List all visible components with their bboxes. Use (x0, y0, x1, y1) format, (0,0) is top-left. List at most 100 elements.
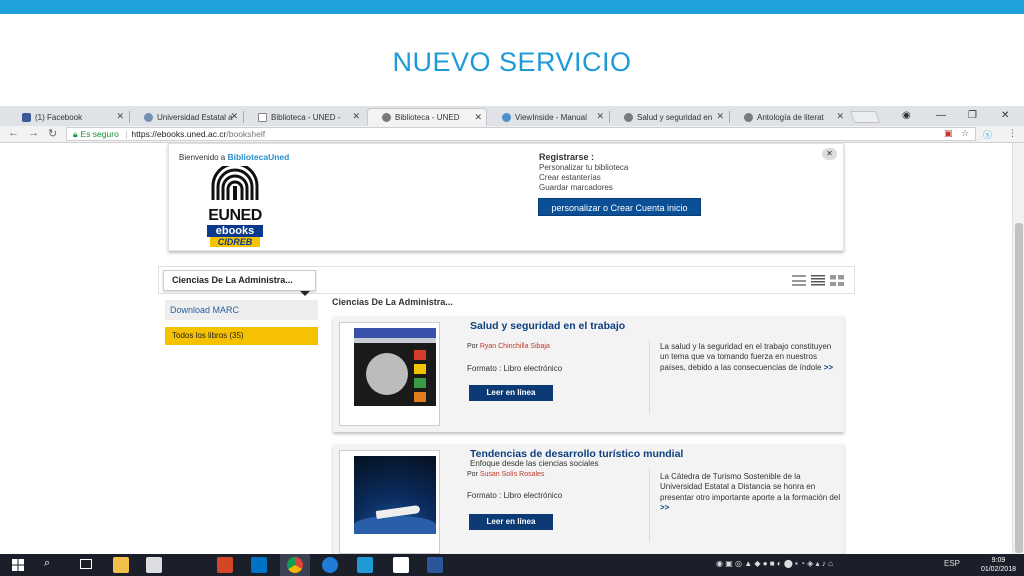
logo-cidreb-text: CIDREB (210, 237, 260, 247)
close-tab-icon[interactable]: ✕ (116, 111, 124, 122)
book-cover-frame[interactable] (339, 322, 440, 426)
divider (649, 340, 650, 414)
clock[interactable]: 9:09 01/02/2018 (981, 556, 1016, 574)
windows-start-icon[interactable] (12, 559, 24, 571)
tab-label: Salud y seguridad en (637, 112, 713, 122)
register-item: Personalizar tu biblioteca (539, 163, 629, 172)
language-indicator[interactable]: ESP (944, 559, 960, 568)
minimize-icon[interactable]: — (936, 110, 946, 121)
section-title: Ciencias De La Administra... (332, 297, 453, 307)
close-tab-icon[interactable]: ✕ (716, 111, 724, 122)
create-account-button[interactable]: personalizar o Crear Cuenta inicio (538, 198, 701, 216)
skype-taskbar-icon[interactable] (357, 557, 373, 573)
extension-icon[interactable]: ▣ (944, 128, 953, 139)
facebook-icon (22, 112, 31, 122)
category-bar: Ciencias De La Administra... (158, 266, 855, 296)
search-icon[interactable]: ⌕ (44, 557, 50, 570)
secure-label: Es seguro (80, 129, 119, 139)
url-input[interactable]: 🔒︎ Es seguro | https://ebooks.uned.ac.cr/b… (66, 127, 976, 141)
slide-top-bar (0, 0, 1024, 14)
book-cover-frame[interactable] (339, 450, 440, 554)
book-title[interactable]: Salud y seguridad en el trabajo (470, 320, 625, 332)
site-icon (382, 113, 391, 122)
edge-icon[interactable] (322, 557, 338, 573)
view-grid-icon[interactable] (830, 275, 844, 286)
chevron-down-icon[interactable] (300, 291, 310, 296)
browser-tab-bar: (1) Facebook ✕ Universidad Estatal a ✕ B… (0, 106, 1024, 126)
logo-arches-icon (211, 162, 259, 200)
close-tab-icon[interactable]: ✕ (836, 111, 844, 122)
tab-salud[interactable]: Salud y seguridad en ✕ (610, 108, 728, 126)
book-author: Por Ryan Chinchilla Sibaja (467, 343, 550, 350)
book-cover-image[interactable] (354, 456, 436, 534)
bookmark-star-icon[interactable]: ☆ (961, 128, 969, 139)
close-tab-icon[interactable]: ✕ (230, 111, 238, 122)
address-bar-row: ← → ↻ 🔒︎ Es seguro | https://ebooks.uned.a… (0, 126, 1024, 143)
reload-icon[interactable]: ↻ (48, 127, 57, 140)
view-compact-icon[interactable] (792, 275, 806, 286)
tab-label: ViewInside - Manual (515, 112, 587, 122)
outlook-icon[interactable] (251, 557, 267, 573)
book-author: Por Susan Solís Rosales (467, 471, 545, 478)
tab-biblioteca-active[interactable]: Biblioteca - UNED ✕ (367, 108, 487, 126)
book-description: La Cátedra de Turismo Sostenible de la U… (660, 472, 841, 513)
read-online-button[interactable]: Leer en línea (469, 385, 553, 401)
tab-label: Biblioteca - UNED (395, 113, 460, 122)
new-tab-button[interactable] (849, 111, 881, 123)
globe-icon (144, 112, 153, 122)
close-tab-icon[interactable]: ✕ (596, 111, 604, 122)
euned-logo: EUNED ebooks CIDREB (207, 162, 263, 247)
welcome-text: Bienvenido a BibliotecaUned (179, 152, 289, 162)
tab-antologia[interactable]: Antología de literat ✕ (730, 108, 848, 126)
book-cover-image[interactable] (354, 328, 436, 406)
welcome-prefix: Bienvenido a (179, 153, 228, 162)
clock-date: 01/02/2018 (980, 566, 1016, 573)
all-books-link[interactable]: Todos los libros (35) (165, 327, 318, 345)
task-view-icon[interactable] (80, 559, 92, 569)
scrollbar[interactable] (1012, 143, 1024, 554)
divider (649, 468, 650, 542)
skype-icon[interactable]: ⓢ (983, 128, 992, 141)
forward-icon[interactable]: → (28, 127, 39, 139)
tab-label: Antología de literat (757, 112, 824, 122)
view-list-icon[interactable] (811, 275, 825, 286)
book-card: Salud y seguridad en el trabajo Por Ryan… (333, 316, 844, 432)
tab-biblioteca-1[interactable]: Biblioteca - UNED - ✕ (244, 108, 364, 126)
more-link[interactable]: >> (660, 503, 669, 512)
powerpoint-icon[interactable] (217, 557, 233, 573)
chrome-icon[interactable] (287, 557, 303, 573)
more-link[interactable]: >> (824, 363, 833, 372)
slide-title: NUEVO SERVICIO (392, 47, 632, 77)
download-marc-link[interactable]: Download MARC (165, 300, 318, 320)
close-icon[interactable]: ✕ (822, 148, 837, 160)
tab-universidad[interactable]: Universidad Estatal a ✕ (130, 108, 242, 126)
close-window-icon[interactable]: ✕ (1001, 110, 1009, 121)
close-tab-icon[interactable]: ✕ (474, 112, 482, 123)
back-icon[interactable]: ← (8, 127, 19, 139)
register-title: Registrarse : (539, 152, 595, 162)
tab-facebook[interactable]: (1) Facebook ✕ (8, 108, 128, 126)
clock-time: 9:09 (991, 557, 1006, 564)
read-online-button[interactable]: Leer en línea (469, 514, 553, 530)
book-card: Tendencias de desarrollo turístico mundi… (333, 444, 844, 554)
file-explorer-icon[interactable] (113, 557, 129, 573)
site-icon (744, 112, 753, 122)
word-icon[interactable] (427, 557, 443, 573)
book-format: Formato : Libro electrónico (467, 364, 563, 373)
scrollbar-thumb[interactable] (1015, 223, 1023, 553)
logo-ebooks-text: ebooks (207, 225, 263, 237)
restore-icon[interactable]: ❐ (968, 110, 977, 121)
lock-icon: 🔒︎ (73, 129, 78, 139)
book-format: Formato : Libro electrónico (467, 491, 563, 500)
category-select[interactable]: Ciencias De La Administra... (163, 270, 316, 291)
brand-link[interactable]: BibliotecaUned (227, 152, 289, 162)
close-tab-icon[interactable]: ✕ (352, 111, 360, 122)
store-icon[interactable] (146, 557, 162, 573)
profile-icon[interactable]: ◉ (902, 110, 911, 121)
notepad-icon[interactable] (393, 557, 409, 573)
url-path: /bookshelf (226, 129, 266, 139)
viewinside-icon (502, 112, 511, 122)
tab-viewinside[interactable]: ViewInside - Manual ✕ (488, 108, 608, 126)
menu-icon[interactable]: ⋮ (1008, 128, 1017, 139)
tray-icons[interactable]: ◉ ▣ ◎ ▲ ◆ ● ■ ◐ ⬤ ▪ ◔ ◈ ▴ ♪ ⌂ (716, 559, 833, 568)
